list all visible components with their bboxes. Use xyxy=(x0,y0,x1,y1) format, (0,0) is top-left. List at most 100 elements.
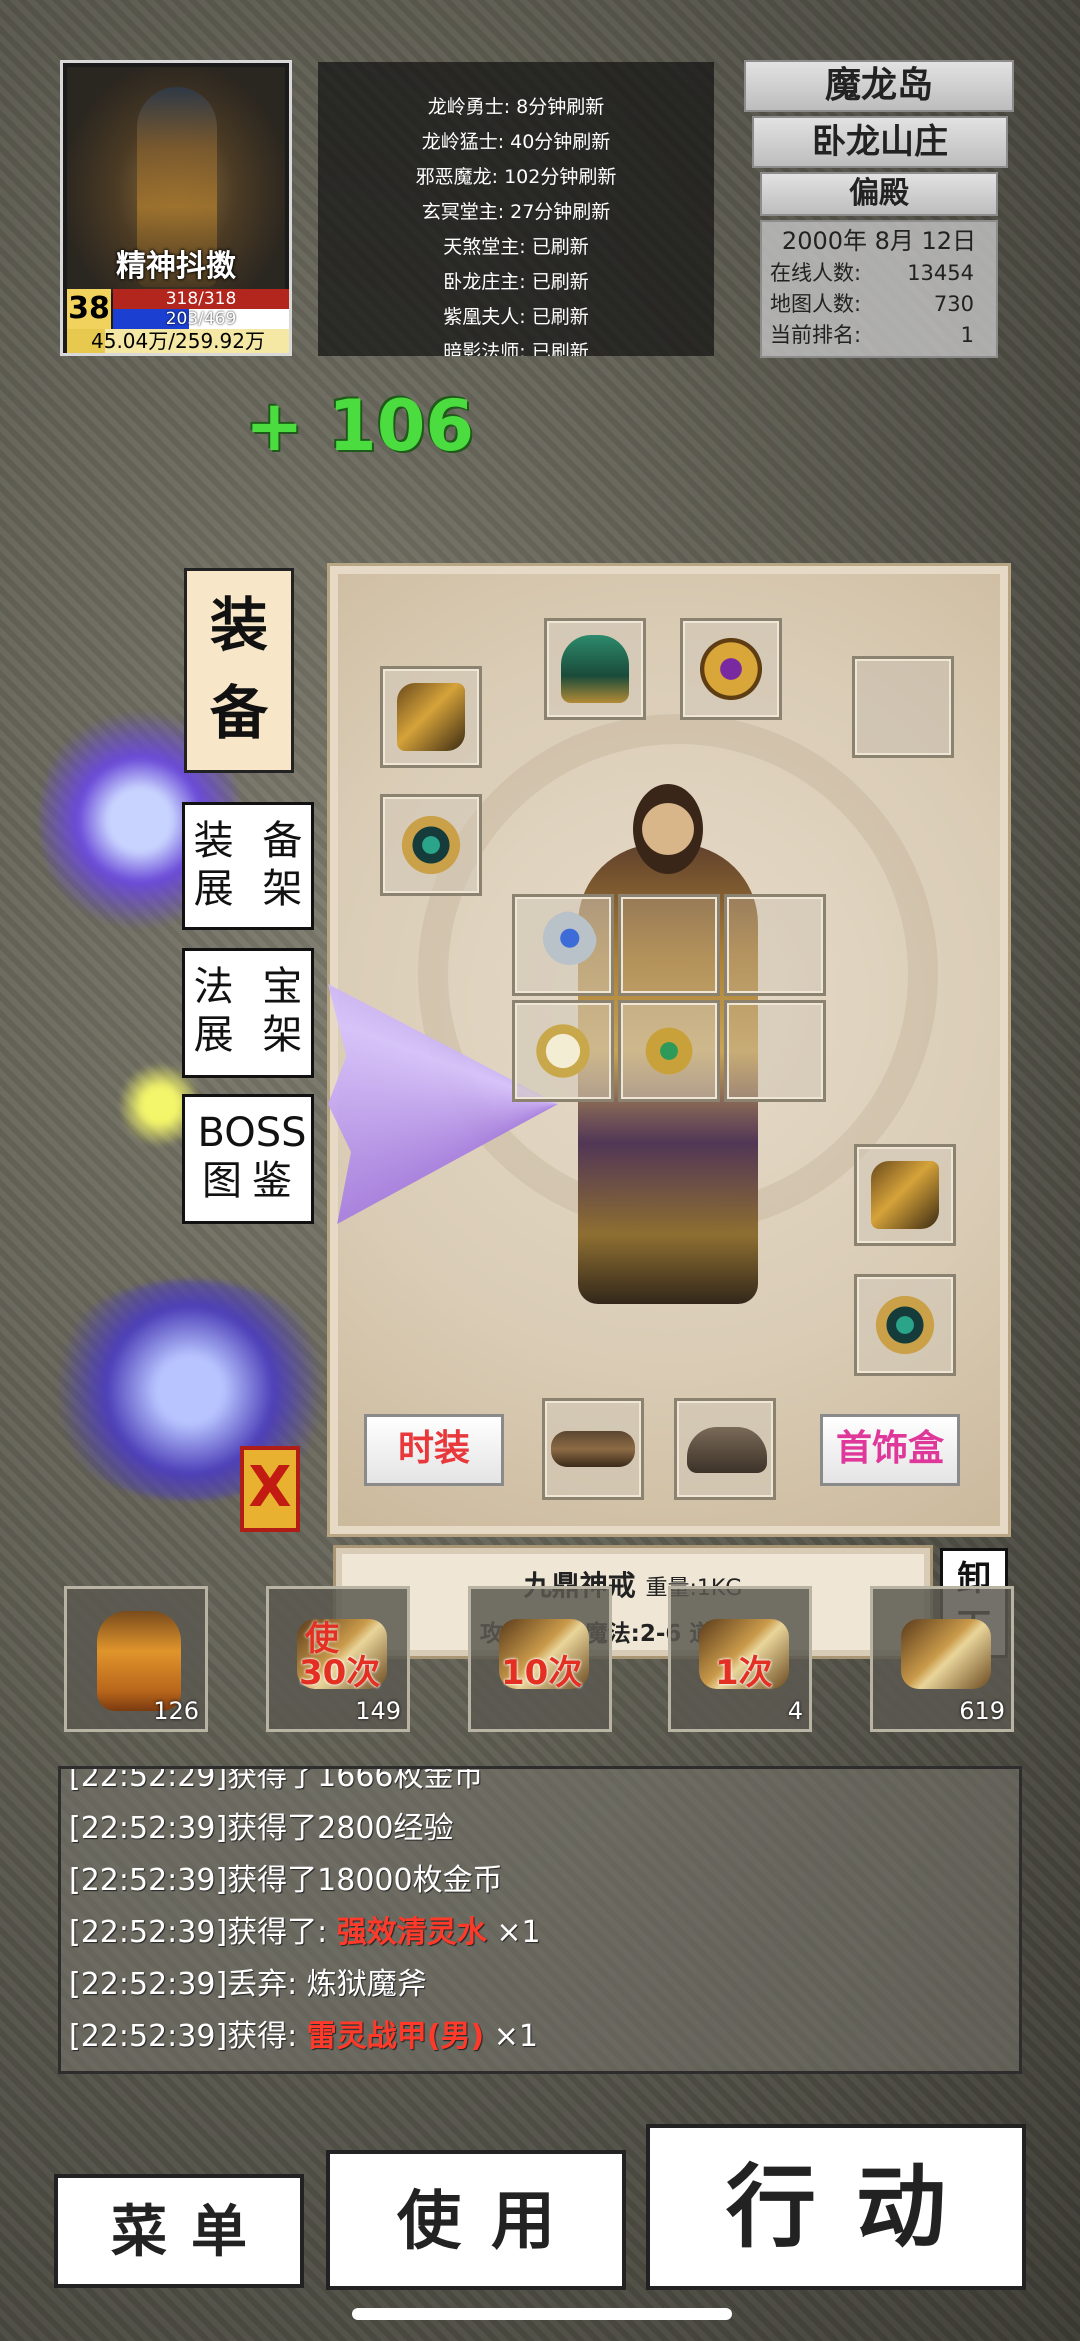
treasure-shelf-label: 法 宝 xyxy=(193,964,311,1010)
boss-refresh-row: 卧龙庄主: 已刷新 xyxy=(443,271,589,293)
home-indicator[interactable] xyxy=(352,2308,732,2320)
potion-icon xyxy=(97,1611,181,1711)
equipment-shelf-button[interactable]: 装 备 展 架 xyxy=(182,802,314,930)
character-level: 38 xyxy=(67,289,111,329)
ring-icon xyxy=(529,1017,597,1085)
quick-slot-count: 126 xyxy=(153,1697,199,1725)
bracelet-icon xyxy=(871,1291,939,1359)
jewelry-box-button[interactable]: 首饰盒 xyxy=(820,1414,960,1486)
treasure-shelf-button[interactable]: 法 宝 展 架 xyxy=(182,948,314,1078)
boss-refresh-list[interactable]: 龙岭勇士: 8分钟刷新 龙岭猛士: 40分钟刷新 邪恶魔龙: 102分钟刷新 玄… xyxy=(318,62,714,356)
side-tab-equipment-char: 备 xyxy=(209,679,268,747)
equip-slot-empty[interactable] xyxy=(618,894,720,996)
quick-slot-count: 619 xyxy=(959,1697,1005,1725)
online-label: 在线人数: xyxy=(770,261,862,285)
equip-slot-right-bracelet[interactable] xyxy=(854,1274,956,1376)
boss-guide-label: 图鉴 xyxy=(202,1158,302,1204)
map-count-label: 地图人数: xyxy=(770,292,862,316)
treasure-shelf-label: 展 架 xyxy=(193,1012,311,1058)
helmet-icon xyxy=(561,635,629,703)
equip-slot-ring-pearl[interactable] xyxy=(512,1000,614,1102)
rank-value: 1 xyxy=(960,323,974,347)
quick-slot-potion[interactable]: 126 xyxy=(64,1586,208,1732)
ring-icon xyxy=(635,1017,703,1085)
quick-slot-count: 4 xyxy=(787,1697,803,1725)
log-line: [22:52:39]丢弃: 炼狱魔斧 xyxy=(69,1967,427,2002)
log-line: [22:52:29]获得了1666枚金币 xyxy=(69,1766,484,1794)
scroll-icon xyxy=(901,1619,991,1689)
exp-value: 45.04万/259.92万 xyxy=(91,329,265,353)
mp-bar: 203/469 xyxy=(113,309,289,329)
floating-gain-number: + 106 xyxy=(245,385,475,467)
log-item-name[interactable]: 雷灵战甲(男) xyxy=(307,2019,484,2054)
quick-slot-count: 149 xyxy=(355,1697,401,1725)
amulet-icon xyxy=(697,635,765,703)
gauntlet-icon xyxy=(871,1161,939,1229)
equipment-shelf-label: 展 架 xyxy=(193,866,311,912)
boss-refresh-row: 天煞堂主: 已刷新 xyxy=(443,236,589,258)
character-name: 精神抖擞 xyxy=(116,249,236,284)
character-card[interactable]: 精神抖擞 38 318/318 203/469 45.04万/259.92万 xyxy=(60,60,292,356)
equipment-panel: 时装 首饰盒 xyxy=(327,563,1011,1537)
use-button[interactable]: 使用 xyxy=(326,2150,626,2290)
log-line: [22:52:39]获得了2800经验 xyxy=(69,1811,454,1846)
boss-refresh-row: 龙岭勇士: 8分钟刷新 xyxy=(427,96,605,118)
boss-refresh-row: 紫凰夫人: 已刷新 xyxy=(443,306,589,328)
fashion-button[interactable]: 时装 xyxy=(364,1414,504,1486)
close-panel-button[interactable]: X xyxy=(240,1446,300,1532)
equip-slot-left-bracelet[interactable] xyxy=(380,794,482,896)
mp-value: 203/469 xyxy=(165,309,237,329)
server-info-panel: 2000年 8月 12日 在线人数: 13454 地图人数: 730 当前排名: 1 xyxy=(760,220,998,358)
boss-refresh-row: 龙岭猛士: 40分钟刷新 xyxy=(421,131,611,153)
log-line: [22:52:39]获得: 雷灵战甲(男) ×1 xyxy=(69,2019,538,2054)
exp-bar: 45.04万/259.92万 xyxy=(67,329,289,353)
location-region[interactable]: 魔龙岛 xyxy=(744,60,1014,112)
equip-slot-ring-blue[interactable] xyxy=(512,894,614,996)
boss-refresh-row: 邪恶魔龙: 102分钟刷新 xyxy=(415,166,617,188)
bracelet-icon xyxy=(397,811,465,879)
equip-slot-helmet[interactable] xyxy=(544,618,646,720)
belt-icon xyxy=(551,1431,635,1467)
item-tooltip: 九鼎神戒 重量:1KG 攻击:2-6 魔法:2-6 道术:2-6 xyxy=(333,1545,933,1659)
quick-slot-times: 1次 xyxy=(715,1653,773,1693)
equip-slot-ring-green[interactable] xyxy=(618,1000,720,1102)
equip-slot-left-gauntlet[interactable] xyxy=(380,666,482,768)
quick-slot-times: 30次 xyxy=(299,1653,381,1693)
boss-refresh-row: 暗影法师: 已刷新 xyxy=(443,341,589,356)
gauntlet-icon xyxy=(397,683,465,751)
log-line: [22:52:39]获得了18000枚金币 xyxy=(69,1863,503,1898)
menu-button[interactable]: 菜单 xyxy=(54,2174,304,2288)
game-date: 2000年 8月 12日 xyxy=(781,227,977,255)
map-count-value: 730 xyxy=(933,292,974,316)
quick-slot-scroll[interactable]: 使 30次 149 xyxy=(266,1586,410,1732)
equip-slot-right-gauntlet[interactable] xyxy=(854,1144,956,1246)
equip-slot-empty[interactable] xyxy=(724,1000,826,1102)
quick-slot-scroll[interactable]: 1次 4 xyxy=(668,1586,812,1732)
equipment-shelf-label: 装 备 xyxy=(193,818,311,864)
hp-bar: 318/318 xyxy=(113,289,289,309)
equip-slot-amulet[interactable] xyxy=(680,618,782,720)
online-value: 13454 xyxy=(907,261,974,285)
side-tab-equipment[interactable]: 装 备 xyxy=(184,568,294,773)
boss-guide-button[interactable]: BOSS 图鉴 xyxy=(182,1094,314,1224)
equip-slot-empty[interactable] xyxy=(852,656,954,758)
quick-slot-scroll[interactable]: 10次 xyxy=(468,1586,612,1732)
ring-icon xyxy=(529,911,597,979)
system-log[interactable]: [22:52:29]获得了1666枚金币 [22:52:39]获得了2800经验… xyxy=(58,1766,1022,2074)
boss-refresh-row: 玄冥堂主: 27分钟刷新 xyxy=(421,201,611,223)
quick-slot-scroll[interactable]: 619 xyxy=(870,1586,1014,1732)
log-item-name[interactable]: 强效清灵水 xyxy=(337,1915,487,1950)
rank-label: 当前排名: xyxy=(770,323,862,347)
log-line: [22:52:39]获得了: 强效清灵水 ×1 xyxy=(69,1915,541,1950)
equip-slot-empty[interactable] xyxy=(724,894,826,996)
boots-icon xyxy=(687,1427,767,1473)
location-room[interactable]: 偏殿 xyxy=(760,172,998,216)
side-tab-equipment-char: 装 xyxy=(209,591,268,659)
quick-slot-times: 10次 xyxy=(501,1653,583,1693)
location-area[interactable]: 卧龙山庄 xyxy=(752,116,1008,168)
equip-slot-boots[interactable] xyxy=(674,1398,776,1500)
boss-guide-label: BOSS xyxy=(197,1110,307,1156)
item-stats: 攻击:2-6 魔法:2-6 道术:2-6 xyxy=(479,1621,787,1647)
action-button[interactable]: 行动 xyxy=(646,2124,1026,2290)
equip-slot-belt[interactable] xyxy=(542,1398,644,1500)
